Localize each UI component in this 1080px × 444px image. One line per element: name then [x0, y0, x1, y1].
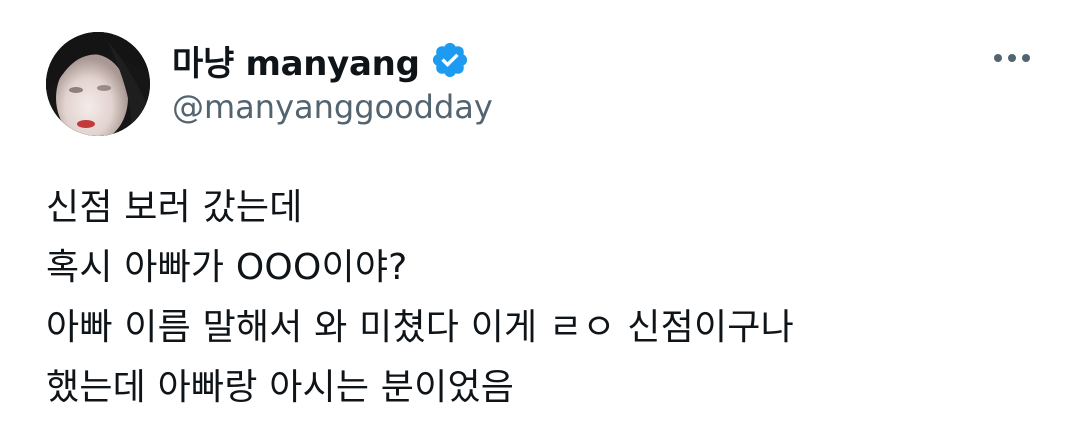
avatar[interactable]	[46, 32, 150, 136]
tweet-text-line: 혹시 아빠가 OOO이야?	[46, 247, 408, 288]
author-handle[interactable]: @manyanggoodday	[172, 88, 493, 126]
display-name[interactable]: 마냥 manyang	[172, 36, 420, 85]
tweet-text: 신점 보러 갔는데 혹시 아빠가 OOO이야? 아빠 이름 말해서 와 미쳤다 …	[46, 178, 1046, 418]
avatar-image	[46, 32, 150, 136]
verified-badge-icon	[430, 40, 470, 80]
tweet-text-line: 신점 보러 갔는데	[46, 187, 303, 228]
tweet-text-line: 아빠 이름 말해서 와 미쳤다 이게 ㄹㅇ 신점이구나	[46, 307, 794, 348]
tweet-card: 마냥 manyang @manyanggoodday 신점 보러 갔는데 혹시 …	[0, 0, 1080, 444]
author-name-row: 마냥 manyang	[172, 36, 470, 84]
tweet-text-line: 했는데 아빠랑 아시는 분이었음	[46, 367, 515, 408]
more-options-icon[interactable]	[990, 40, 1034, 76]
